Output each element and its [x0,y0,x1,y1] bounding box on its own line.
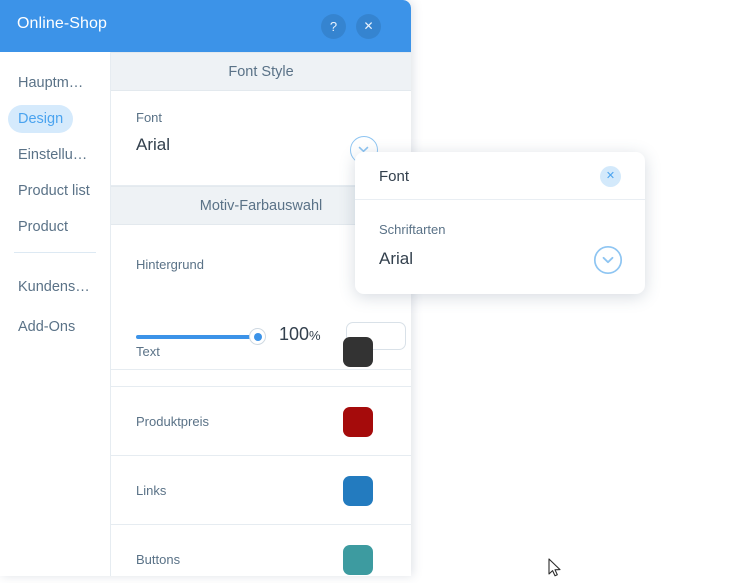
links-color-swatch[interactable] [343,476,373,506]
sidebar-item-product-list[interactable]: Product list [8,177,100,205]
links-color-row: Links [111,456,411,525]
application-window: Online-Shop ? ✕ Hauptm… Design Einstellu… [0,0,411,576]
text-color-label: Text [136,344,160,359]
product-price-color-label: Produktpreis [136,414,209,429]
product-price-color-row: Produktpreis [111,387,411,456]
sidebar-divider [14,252,96,253]
font-row-value: Arial [136,135,171,154]
sidebar-item-product[interactable]: Product [8,213,78,241]
sidebar-item-add-ons[interactable]: Add-Ons [8,313,85,341]
buttons-color-row: Buttons [111,525,411,576]
font-popup-title: Font [379,168,410,185]
font-popup-close-button[interactable]: ✕ [600,166,621,187]
font-popup-field-value: Arial [379,249,414,268]
section-header-font-style: Font Style [111,52,411,91]
font-popup-dialog: Font ✕ Schriftarten Arial [355,152,645,294]
background-row-label: Hintergrund [136,257,204,272]
text-color-row: Text [111,317,411,387]
buttons-color-swatch[interactable] [343,545,373,575]
chevron-down-icon[interactable] [593,245,623,275]
font-row-label: Font [136,110,163,125]
sidebar-item-design[interactable]: Design [8,105,74,133]
title-bar: Online-Shop ? ✕ [0,0,411,52]
font-popup-field-label: Schriftarten [379,222,446,237]
help-button[interactable]: ? [321,14,346,39]
sidebar: Hauptm… Design Einstellu… Product list P… [0,52,110,576]
sidebar-item-hauptmenu[interactable]: Hauptm… [8,69,93,97]
links-color-label: Links [136,483,167,498]
buttons-color-label: Buttons [136,552,181,567]
sidebar-item-kundenservice[interactable]: Kundens… [8,273,100,301]
settings-panel: Font Style Font Arial Motiv-Farbauswahl … [110,52,411,576]
font-popup-header: Font ✕ [355,152,645,200]
product-price-color-swatch[interactable] [343,407,373,437]
mouse-pointer-icon [548,558,562,578]
close-button[interactable]: ✕ [356,14,381,39]
window-title: Online-Shop [17,15,108,32]
text-color-swatch[interactable] [343,337,373,367]
sidebar-item-einstellungen[interactable]: Einstellu… [8,141,97,169]
